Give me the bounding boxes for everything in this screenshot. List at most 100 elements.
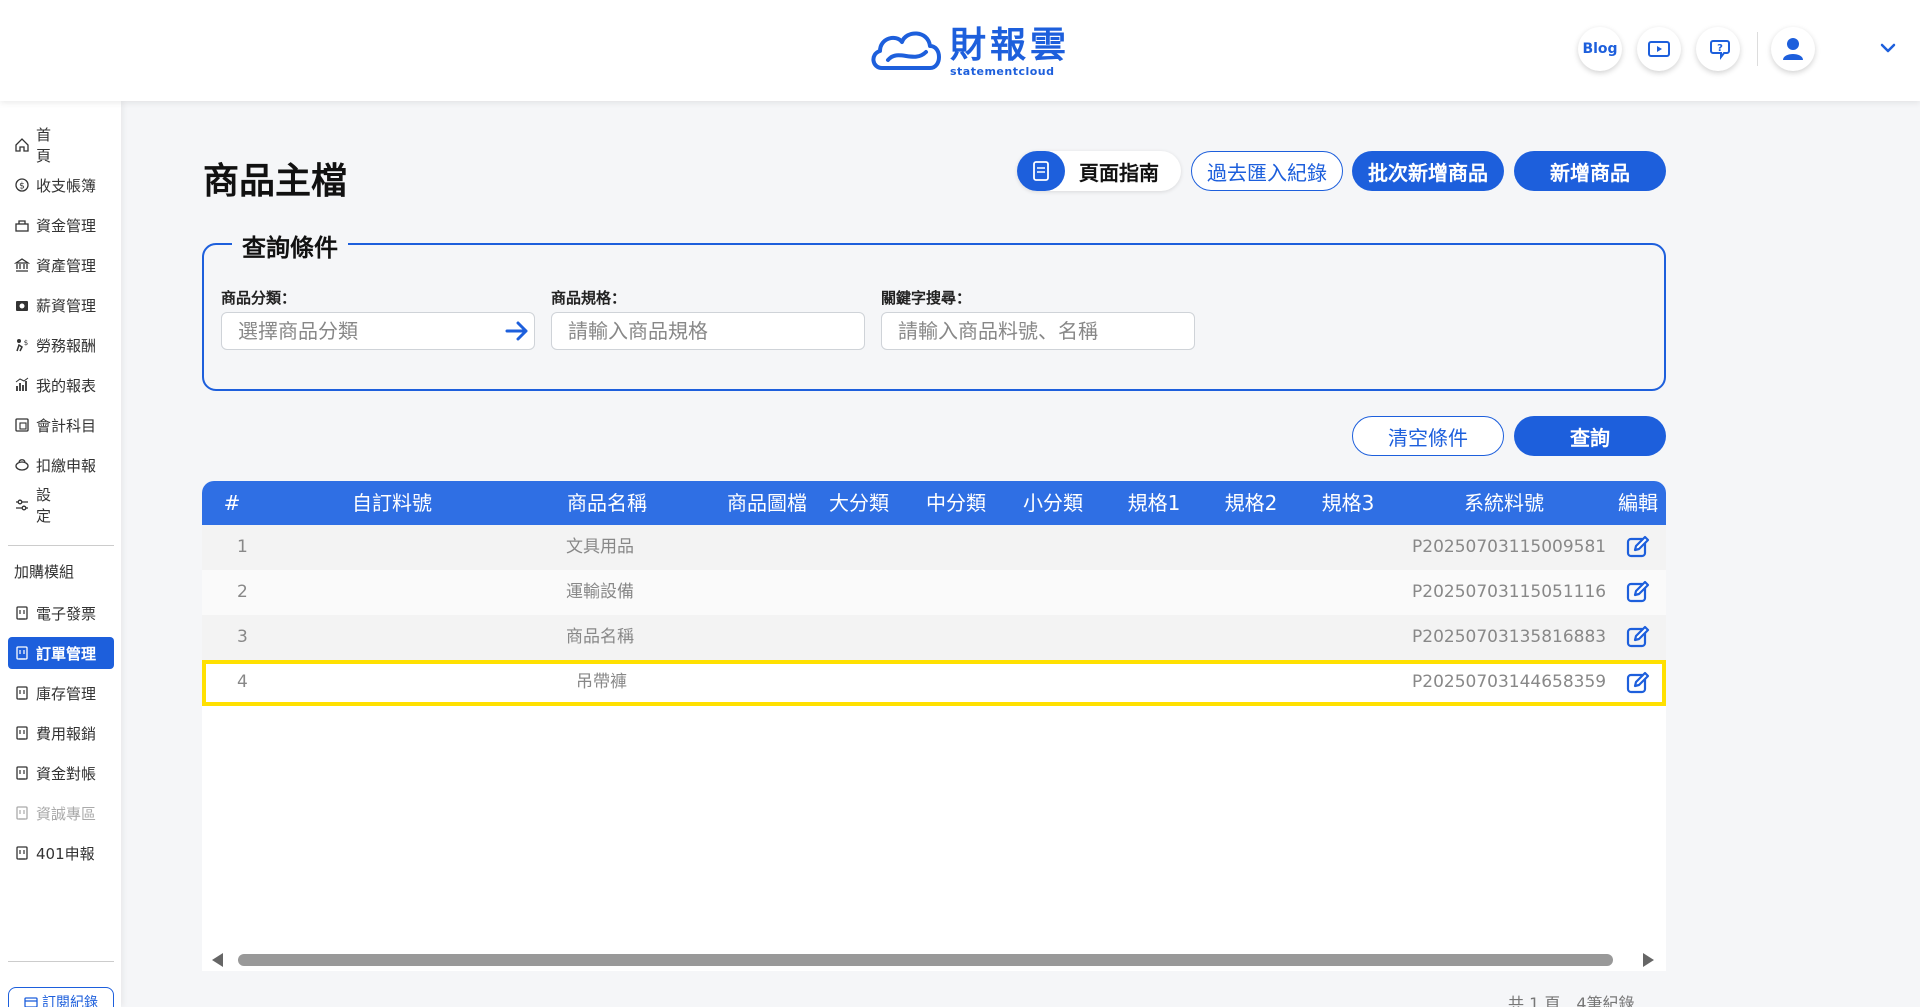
column-header-spec3[interactable]: 規格3 bbox=[1308, 481, 1388, 525]
table-row-highlighted[interactable]: 4 吊帶褲 P20250703144658359 bbox=[202, 660, 1666, 706]
column-header-product-name[interactable]: 商品名稱 bbox=[542, 481, 672, 525]
row-number: 4 bbox=[237, 672, 248, 692]
system-code: P20250703135816883 bbox=[1412, 627, 1607, 647]
add-product-button[interactable]: 新增商品 bbox=[1514, 151, 1666, 191]
sidebar-item-e-invoice[interactable]: 電子發票 bbox=[8, 597, 114, 629]
sidebar-item-401-filing[interactable]: 401申報 bbox=[8, 837, 114, 869]
logo-title: 財報雲 bbox=[950, 24, 1071, 66]
sidebar-item-settings[interactable]: 設 定 bbox=[8, 486, 114, 525]
edit-icon[interactable] bbox=[1626, 535, 1650, 559]
ledger-icon: $ bbox=[15, 178, 29, 192]
table-row[interactable]: 2 運輸設備 P20250703115051116 bbox=[202, 570, 1666, 615]
column-header-custom-code[interactable]: 自訂料號 bbox=[312, 481, 472, 525]
edit-icon[interactable] bbox=[1626, 671, 1650, 695]
spec-input[interactable] bbox=[551, 312, 865, 350]
sidebar-item-reconciliation[interactable]: 資金對帳 bbox=[8, 757, 114, 789]
withholding-icon bbox=[15, 459, 29, 471]
query-panel-title: 查詢條件 bbox=[232, 228, 348, 263]
page-title: 商品主檔 bbox=[203, 161, 348, 202]
video-guide-button[interactable] bbox=[1637, 27, 1681, 71]
row-number: 1 bbox=[237, 537, 248, 557]
sidebar-item-label: 勞務報酬 bbox=[36, 336, 97, 355]
sidebar-item-ledger[interactable]: $ 收支帳簿 bbox=[8, 169, 114, 201]
sidebar-divider bbox=[8, 961, 114, 962]
module-icon bbox=[16, 646, 28, 660]
search-button[interactable]: 查詢 bbox=[1514, 416, 1666, 456]
column-header-spec1[interactable]: 規格1 bbox=[1114, 481, 1194, 525]
import-history-button[interactable]: 過去匯入紀錄 bbox=[1191, 151, 1343, 191]
sidebar-item-accounts[interactable]: 會計科目 bbox=[8, 409, 114, 441]
edit-icon[interactable] bbox=[1626, 625, 1650, 649]
product-name: 運輸設備 bbox=[566, 582, 634, 602]
sidebar-item-label: 扣繳申報 bbox=[36, 456, 97, 475]
product-name: 吊帶褲 bbox=[576, 672, 627, 692]
table-row[interactable]: 3 商品名稱 P20250703135816883 bbox=[202, 615, 1666, 660]
page-guide-button[interactable]: 頁面指南 bbox=[1017, 151, 1181, 191]
category-label: 商品分類： bbox=[221, 289, 297, 307]
column-header-number[interactable]: # bbox=[212, 481, 252, 525]
column-header-system-code[interactable]: 系統料號 bbox=[1424, 481, 1584, 525]
sidebar-item-reports[interactable]: 我的報表 bbox=[8, 369, 114, 401]
column-header-category-medium[interactable]: 中分類 bbox=[916, 481, 996, 525]
blog-button[interactable]: Blog bbox=[1578, 27, 1622, 71]
batch-add-product-button[interactable]: 批次新增商品 bbox=[1352, 151, 1504, 191]
table-header: # 自訂料號 商品名稱 商品圖檔 大分類 中分類 小分類 規格1 規格2 規格3… bbox=[202, 481, 1666, 525]
column-header-image[interactable]: 商品圖檔 bbox=[717, 481, 817, 525]
user-avatar-icon bbox=[1783, 38, 1803, 60]
settings-icon bbox=[16, 499, 28, 511]
support-chat-button[interactable]: ? bbox=[1696, 27, 1740, 71]
sidebar-item-label: 薪資管理 bbox=[36, 296, 97, 315]
support-chat-icon: ? bbox=[1710, 40, 1730, 60]
app-logo[interactable]: 財報雲 statementcloud bbox=[868, 24, 1070, 80]
sidebar-item-labor[interactable]: $ 勞務報酬 bbox=[8, 329, 114, 361]
assets-icon bbox=[14, 258, 30, 272]
scrollbar-thumb[interactable] bbox=[238, 954, 1613, 966]
scroll-left-icon[interactable] bbox=[212, 953, 223, 967]
module-icon bbox=[16, 686, 28, 700]
module-icon bbox=[16, 806, 28, 820]
sidebar-item-label: 收支帳簿 bbox=[36, 176, 97, 195]
addon-heading: 加購模組 bbox=[14, 563, 75, 581]
sidebar-item-inventory[interactable]: 庫存管理 bbox=[8, 677, 114, 709]
sidebar-item-label: 資誠專區 bbox=[36, 804, 97, 823]
clear-conditions-button[interactable]: 清空條件 bbox=[1352, 416, 1504, 456]
sidebar-item-funds[interactable]: 資金管理 bbox=[8, 209, 114, 241]
subscription-button[interactable]: 訂閱紀錄 bbox=[8, 987, 114, 1007]
sidebar-item-label: 庫存管理 bbox=[36, 684, 97, 703]
sidebar-item-expense[interactable]: 費用報銷 bbox=[8, 717, 114, 749]
svg-text:?: ? bbox=[1717, 43, 1723, 54]
scroll-right-icon[interactable] bbox=[1643, 953, 1654, 967]
subscription-icon bbox=[24, 997, 38, 1007]
edit-icon[interactable] bbox=[1626, 580, 1650, 604]
table-row[interactable]: 1 文具用品 P20250703115009581 bbox=[202, 525, 1666, 570]
horizontal-scrollbar[interactable] bbox=[202, 947, 1666, 971]
user-avatar-button[interactable] bbox=[1771, 27, 1815, 71]
row-number: 3 bbox=[237, 627, 248, 647]
accounts-icon bbox=[15, 418, 29, 432]
video-guide-icon bbox=[1648, 41, 1670, 57]
logo-subtitle: statementcloud bbox=[950, 64, 1055, 78]
sidebar-item-pwc-zone[interactable]: 資誠專區 bbox=[8, 797, 114, 829]
module-icon bbox=[16, 606, 28, 620]
column-header-category-small[interactable]: 小分類 bbox=[1013, 481, 1093, 525]
sidebar-item-assets[interactable]: 資產管理 bbox=[8, 249, 114, 281]
sidebar-item-payroll[interactable]: 薪資管理 bbox=[8, 289, 114, 321]
column-header-spec2[interactable]: 規格2 bbox=[1211, 481, 1291, 525]
home-icon bbox=[15, 138, 29, 152]
arrow-right-icon[interactable] bbox=[504, 319, 530, 343]
keyword-search-input[interactable] bbox=[881, 312, 1195, 350]
keyword-label: 關鍵字搜尋： bbox=[881, 289, 972, 307]
category-select[interactable] bbox=[221, 312, 535, 350]
sidebar-item-order-management[interactable]: 訂單管理 bbox=[8, 637, 114, 669]
chevron-down-icon[interactable] bbox=[1876, 36, 1900, 60]
column-header-category-large[interactable]: 大分類 bbox=[819, 481, 899, 525]
system-code: P20250703144658359 bbox=[1412, 672, 1607, 692]
reports-icon bbox=[15, 377, 29, 391]
sidebar-item-withholding[interactable]: 扣繳申報 bbox=[8, 449, 114, 481]
spec-label: 商品規格： bbox=[551, 289, 627, 307]
top-header: 財報雲 statementcloud Blog ? bbox=[0, 0, 1920, 101]
svg-text:$: $ bbox=[19, 182, 25, 192]
sidebar-item-home[interactable]: 首 頁 bbox=[8, 126, 114, 165]
product-name: 商品名稱 bbox=[566, 627, 634, 647]
column-header-edit[interactable]: 編輯 bbox=[1610, 481, 1666, 525]
